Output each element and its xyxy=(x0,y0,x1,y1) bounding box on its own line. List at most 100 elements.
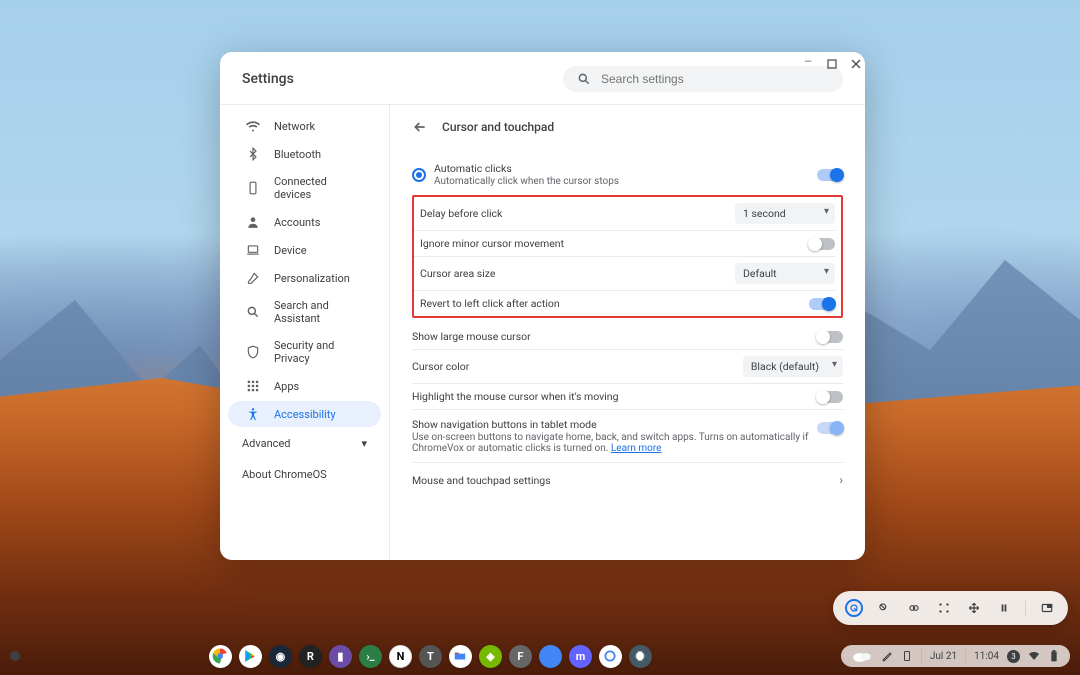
settings-window: Settings Network Bluetooth Connected dev… xyxy=(220,52,865,560)
sidebar-item-accessibility[interactable]: Accessibility xyxy=(228,401,381,427)
setting-ignore-movement: Ignore minor cursor movement xyxy=(414,231,835,257)
sidebar-item-network[interactable]: Network xyxy=(228,113,381,139)
autoclick-pause-icon[interactable] xyxy=(995,599,1013,617)
sidebar-item-label: Bluetooth xyxy=(274,148,321,161)
setting-label: Automatic clicks Automatically click whe… xyxy=(434,162,817,187)
weather-icon xyxy=(851,649,873,663)
sidebar-item-label: Device xyxy=(274,244,307,257)
status-tray[interactable]: Jul 21 11:04 3 xyxy=(841,645,1070,667)
sidebar-item-personalization[interactable]: Personalization xyxy=(228,265,381,291)
toggle-large-cursor[interactable] xyxy=(817,331,843,343)
autoclick-drag-icon[interactable] xyxy=(935,599,953,617)
radio-on-icon xyxy=(412,168,426,182)
minimize-button[interactable] xyxy=(800,56,816,72)
sidebar-advanced[interactable]: Advanced ▾ xyxy=(220,429,389,458)
shelf-apps: ◉ R ▮ ›_ N T ◈ F m xyxy=(20,645,841,668)
autoclick-right-icon[interactable] xyxy=(875,599,893,617)
setting-automatic-clicks: Automatic clicks Automatically click whe… xyxy=(412,150,843,193)
learn-more-link[interactable]: Learn more xyxy=(611,443,662,454)
sidebar-item-search-assistant[interactable]: Search and Assistant xyxy=(228,293,381,331)
highlighted-settings-group: Delay before click 1 second Ignore minor… xyxy=(412,195,843,318)
chevron-down-icon: ▾ xyxy=(361,437,367,450)
wifi-status-icon xyxy=(1028,650,1040,662)
accessibility-icon xyxy=(246,407,260,421)
sidebar-item-security[interactable]: Security and Privacy xyxy=(228,333,381,371)
status-date: Jul 21 xyxy=(930,651,957,662)
app-f-icon[interactable]: F xyxy=(509,645,532,668)
close-button[interactable] xyxy=(848,56,864,72)
divider xyxy=(965,649,966,663)
app-terminal-icon[interactable]: ›_ xyxy=(359,645,382,668)
search-icon xyxy=(246,305,260,319)
stylus-icon[interactable] xyxy=(881,650,893,662)
select-delay[interactable]: 1 second xyxy=(735,203,835,224)
autoclick-scroll-icon[interactable] xyxy=(965,599,983,617)
sidebar-item-connected-devices[interactable]: Connected devices xyxy=(228,169,381,207)
app-mastodon-icon[interactable]: m xyxy=(569,645,592,668)
sidebar-item-bluetooth[interactable]: Bluetooth xyxy=(228,141,381,167)
shelf: ◉ R ▮ ›_ N T ◈ F m Jul 21 11:04 3 xyxy=(0,637,1080,675)
person-icon xyxy=(246,215,260,229)
toggle-ignore-movement[interactable] xyxy=(809,238,835,250)
maximize-button[interactable] xyxy=(824,56,840,72)
autoclick-toolbar[interactable] xyxy=(833,591,1068,625)
app-r-icon[interactable]: R xyxy=(299,645,322,668)
toggle-highlight-cursor[interactable] xyxy=(817,391,843,403)
page-title: Cursor and touchpad xyxy=(442,120,554,134)
select-cursor-color[interactable]: Black (default) xyxy=(743,356,843,377)
sidebar-about[interactable]: About ChromeOS xyxy=(220,458,389,491)
divider xyxy=(921,649,922,663)
app-o-icon[interactable] xyxy=(599,645,622,668)
setting-label: Show navigation buttons in tablet mode U… xyxy=(412,418,817,454)
divider xyxy=(1025,600,1026,616)
shelf-left xyxy=(10,651,20,661)
sidebar-item-label: Connected devices xyxy=(274,175,363,201)
shield-icon xyxy=(246,345,260,359)
wifi-icon xyxy=(246,119,260,133)
search-input[interactable] xyxy=(601,72,829,86)
devices-icon xyxy=(246,181,260,195)
bluetooth-icon xyxy=(246,147,260,161)
window-controls xyxy=(800,56,864,72)
autoclick-position-icon[interactable] xyxy=(1038,599,1056,617)
select-cursor-area[interactable]: Default xyxy=(735,263,835,284)
sidebar-item-apps[interactable]: Apps xyxy=(228,373,381,399)
sidebar-item-label: Security and Privacy xyxy=(274,339,363,365)
app-notion-icon[interactable]: N xyxy=(389,645,412,668)
app-t-icon[interactable]: T xyxy=(419,645,442,668)
brush-icon xyxy=(246,271,260,285)
setting-cursor-area-size: Cursor area size Default xyxy=(414,257,835,291)
launcher-button[interactable] xyxy=(10,651,20,661)
sidebar-item-accounts[interactable]: Accounts xyxy=(228,209,381,235)
app-nvidia-icon[interactable]: ◈ xyxy=(479,645,502,668)
sidebar-item-device[interactable]: Device xyxy=(228,237,381,263)
sidebar: Network Bluetooth Connected devices Acco… xyxy=(220,105,390,560)
notification-badge-icon[interactable]: 3 xyxy=(1007,650,1020,663)
settings-body: Network Bluetooth Connected devices Acco… xyxy=(220,104,865,560)
sidebar-item-label: Personalization xyxy=(274,272,350,285)
app-blue-icon[interactable] xyxy=(539,645,562,668)
setting-touchpad-link[interactable]: Mouse and touchpad settings › xyxy=(412,463,843,493)
search-icon xyxy=(577,72,591,86)
app-chrome-icon[interactable] xyxy=(209,645,232,668)
sidebar-item-label: Accessibility xyxy=(274,408,336,421)
phone-hub-icon[interactable] xyxy=(901,650,913,662)
sidebar-item-label: Apps xyxy=(274,380,299,393)
app-files-icon[interactable] xyxy=(449,645,472,668)
autoclick-double-icon[interactable] xyxy=(905,599,923,617)
app-purple-icon[interactable]: ▮ xyxy=(329,645,352,668)
apps-icon xyxy=(246,379,260,393)
setting-revert-left-click: Revert to left click after action xyxy=(414,291,835,316)
toggle-automatic-clicks[interactable] xyxy=(817,169,843,181)
toggle-tablet-nav[interactable] xyxy=(817,422,843,434)
autoclick-left-icon[interactable] xyxy=(845,599,863,617)
setting-highlight-cursor: Highlight the mouse cursor when it's mov… xyxy=(412,384,843,410)
sidebar-item-label: Network xyxy=(274,120,315,133)
status-time: 11:04 xyxy=(974,651,999,662)
toggle-revert-left-click[interactable] xyxy=(809,298,835,310)
battery-status-icon xyxy=(1048,650,1060,662)
app-steam-icon[interactable]: ◉ xyxy=(269,645,292,668)
app-play-icon[interactable] xyxy=(239,645,262,668)
back-button[interactable] xyxy=(412,119,428,135)
app-settings-icon[interactable] xyxy=(629,645,652,668)
